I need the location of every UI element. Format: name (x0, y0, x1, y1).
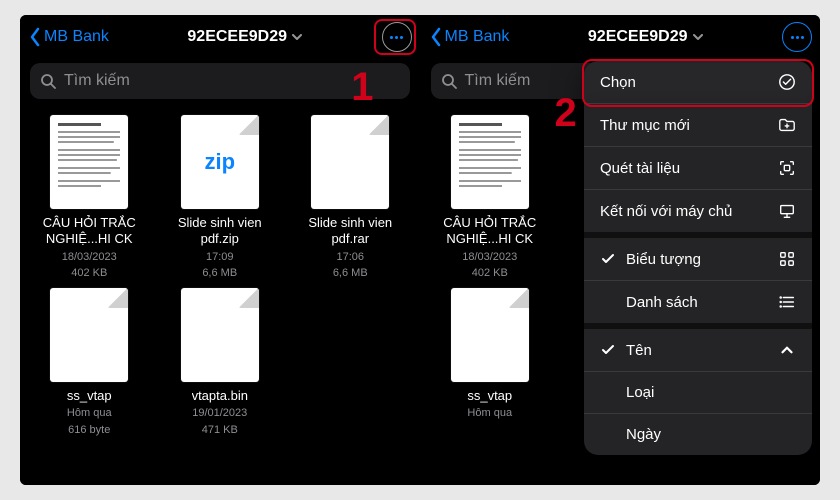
folder-title[interactable]: 92ECEE9D29 (113, 28, 378, 46)
checkmark-icon (600, 250, 616, 268)
file-date: 18/03/2023 (462, 250, 517, 264)
file-item[interactable]: Slide sinh vien pdf.rar 17:06 6,6 MB (287, 115, 414, 280)
menu-item-scan[interactable]: Quét tài liệu (584, 147, 812, 190)
menu-item-view-list[interactable]: Danh sách (584, 281, 812, 329)
folder-title[interactable]: 92ECEE9D29 (513, 28, 778, 46)
title-text: 92ECEE9D29 (588, 28, 688, 46)
list-icon (778, 293, 796, 311)
file-thumbnail-generic-icon (181, 288, 259, 382)
search-icon (441, 73, 457, 89)
file-size: 6,6 MB (202, 266, 237, 280)
file-date: Hôm qua (467, 406, 512, 420)
checkmark-icon (600, 341, 616, 359)
file-name: Slide sinh vien pdf.zip (160, 215, 280, 248)
chevron-up-icon (778, 341, 796, 359)
tutorial-two-up: MB Bank 92ECEE9D29 Tìm kiếm CÂU HỎI TRẮC… (20, 15, 820, 485)
back-label: MB Bank (445, 28, 510, 46)
menu-label: Chọn (600, 74, 636, 91)
file-size: 6,6 MB (333, 266, 368, 280)
file-item[interactable]: zip Slide sinh vien pdf.zip 17:09 6,6 MB (157, 115, 284, 280)
search-placeholder: Tìm kiếm (465, 72, 531, 90)
file-name: vtapta.bin (192, 388, 248, 404)
file-size: 616 byte (68, 423, 110, 437)
search-icon (40, 73, 56, 89)
file-thumbnail-generic-icon (50, 288, 128, 382)
server-icon (778, 202, 796, 220)
menu-item-connect-server[interactable]: Kết nối với máy chủ (584, 190, 812, 238)
pane-right: MB Bank 92ECEE9D29 Tìm kiếm CÂU HỎI TRẮC… (420, 15, 821, 485)
pane-left: MB Bank 92ECEE9D29 Tìm kiếm CÂU HỎI TRẮC… (20, 15, 420, 485)
file-name: Slide sinh vien pdf.rar (290, 215, 410, 248)
file-size: 471 KB (202, 423, 238, 437)
more-button[interactable] (382, 22, 412, 52)
file-item[interactable]: CÂU HỎI TRẮC NGHIỆ...HI CK 18/03/2023 40… (427, 115, 554, 280)
chevron-down-icon (291, 31, 303, 43)
back-button[interactable]: MB Bank (429, 27, 510, 47)
menu-item-sort-kind[interactable]: Loại (584, 372, 812, 414)
search-input[interactable]: Tìm kiếm (30, 63, 410, 99)
menu-label: Tên (626, 342, 652, 359)
title-text: 92ECEE9D29 (187, 28, 287, 46)
menu-item-sort-date[interactable]: Ngày (584, 414, 812, 455)
file-date: 18/03/2023 (62, 250, 117, 264)
file-thumbnail-document-icon (451, 115, 529, 209)
file-item[interactable]: CÂU HỎI TRẮC NGHIỆ...HI CK 18/03/2023 40… (26, 115, 153, 280)
ellipsis-icon (791, 36, 804, 39)
file-name: CÂU HỎI TRẮC NGHIỆ...HI CK (430, 215, 550, 248)
file-thumbnail-generic-icon (311, 115, 389, 209)
scan-icon (778, 159, 796, 177)
back-button[interactable]: MB Bank (28, 27, 109, 47)
file-size: 402 KB (71, 266, 107, 280)
file-thumbnail-generic-icon (451, 288, 529, 382)
menu-item-select[interactable]: Chọn (584, 61, 812, 104)
file-date: 17:09 (206, 250, 234, 264)
file-date: 17:06 (336, 250, 364, 264)
file-name: ss_vtap (467, 388, 512, 404)
menu-label: Loại (626, 384, 654, 401)
menu-label: Quét tài liệu (600, 160, 680, 177)
chevron-left-icon (429, 27, 443, 47)
file-date: 19/01/2023 (192, 406, 247, 420)
menu-item-new-folder[interactable]: Thư mục mới (584, 104, 812, 147)
file-name: CÂU HỎI TRẮC NGHIỆ...HI CK (29, 215, 149, 248)
search-placeholder: Tìm kiếm (64, 72, 130, 90)
file-name: ss_vtap (67, 388, 112, 404)
chevron-down-icon (692, 31, 704, 43)
file-item[interactable]: ss_vtap Hôm qua (427, 288, 554, 421)
file-date: Hôm qua (67, 406, 112, 420)
select-circle-check-icon (778, 73, 796, 91)
more-button[interactable] (782, 22, 812, 52)
navbar: MB Bank 92ECEE9D29 (421, 15, 821, 59)
chevron-left-icon (28, 27, 42, 47)
context-menu: Chọn Thư mục mới Quét tài liệu Kết nối v… (584, 61, 812, 455)
back-label: MB Bank (44, 28, 109, 46)
file-thumbnail-zip-icon: zip (181, 115, 259, 209)
menu-label: Thư mục mới (600, 117, 690, 134)
menu-label: Kết nối với máy chủ (600, 203, 732, 220)
menu-label: Danh sách (626, 294, 698, 311)
grid-icon (778, 250, 796, 268)
file-size: 402 KB (472, 266, 508, 280)
menu-item-view-icons[interactable]: Biểu tượng (584, 238, 812, 281)
folder-plus-icon (778, 116, 796, 134)
menu-item-sort-name[interactable]: Tên (584, 329, 812, 372)
file-item[interactable]: ss_vtap Hôm qua 616 byte (26, 288, 153, 437)
ellipsis-icon (390, 36, 403, 39)
menu-label: Ngày (626, 426, 661, 443)
file-grid: CÂU HỎI TRẮC NGHIỆ...HI CK 18/03/2023 40… (20, 109, 420, 437)
file-item[interactable]: vtapta.bin 19/01/2023 471 KB (157, 288, 284, 437)
file-thumbnail-document-icon (50, 115, 128, 209)
navbar: MB Bank 92ECEE9D29 (20, 15, 420, 59)
menu-label: Biểu tượng (626, 251, 701, 268)
